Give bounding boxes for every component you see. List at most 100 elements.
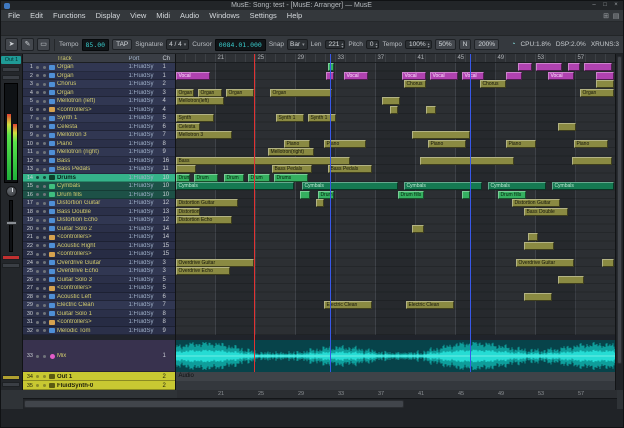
midi-part[interactable]: Vocal xyxy=(462,72,484,80)
midi-part[interactable]: Vocal xyxy=(548,72,574,80)
midi-part[interactable]: Bass Double xyxy=(524,208,568,216)
audio-track-row[interactable]: 34Out 12 xyxy=(23,372,176,381)
record-arm-button[interactable] xyxy=(34,384,41,387)
midi-part[interactable]: Drum xyxy=(176,174,190,182)
record-arm-button[interactable] xyxy=(34,193,41,196)
mute-button[interactable] xyxy=(2,263,20,268)
midi-part[interactable] xyxy=(568,63,580,71)
track-row[interactable]: 7Synth 11:FluidSy5 xyxy=(23,114,176,123)
track-port[interactable]: 1:FluidSy xyxy=(128,141,162,147)
track-channel[interactable]: 9 xyxy=(162,328,175,334)
midi-part[interactable]: Piano xyxy=(284,140,310,148)
midi-part[interactable]: Synth 1 xyxy=(276,114,304,122)
track-channel[interactable]: 6 xyxy=(162,294,175,300)
midi-part[interactable] xyxy=(328,63,334,71)
track-row[interactable]: 19Distortion Echo1:FluidSy12 xyxy=(23,216,176,225)
record-arm-button[interactable] xyxy=(34,210,41,213)
mute-button[interactable] xyxy=(41,91,48,94)
track-port[interactable]: 1:FluidSy xyxy=(128,209,162,215)
midi-part[interactable] xyxy=(420,157,514,165)
tempo-value[interactable]: 85.00 xyxy=(82,39,110,51)
mute-button[interactable] xyxy=(41,295,48,298)
mute-button[interactable] xyxy=(41,117,48,120)
record-arm-button[interactable] xyxy=(34,219,41,222)
track-name[interactable]: Organ xyxy=(57,64,129,70)
track-channel[interactable]: 15 xyxy=(162,251,175,257)
track-port[interactable]: 1:FluidSy xyxy=(128,166,162,172)
midi-part[interactable]: Vocal xyxy=(176,72,210,80)
track-channel[interactable]: 7 xyxy=(162,302,175,308)
midi-part[interactable]: Vocal xyxy=(402,72,426,80)
track-channel[interactable]: 8 xyxy=(162,141,175,147)
eraser-tool-button[interactable]: ▭ xyxy=(37,38,50,51)
len-spinbox[interactable]: 221▴▾ xyxy=(325,40,346,49)
mute-button[interactable] xyxy=(41,355,48,358)
track-row[interactable]: 31<controllers>1:FluidSy8 xyxy=(23,318,176,327)
track-port[interactable]: 1:FluidSy xyxy=(128,251,162,257)
loop-end-marker[interactable] xyxy=(470,54,471,372)
midi-part[interactable]: Cymbals xyxy=(488,182,546,190)
record-arm-button[interactable] xyxy=(34,176,41,179)
midi-part[interactable] xyxy=(382,97,400,105)
track-port[interactable]: 1:FluidSy xyxy=(128,226,162,232)
record-arm-button[interactable] xyxy=(34,125,41,128)
track-name[interactable]: Cymbals xyxy=(57,183,129,189)
midi-part[interactable]: Organ xyxy=(226,89,254,97)
track-name[interactable]: Acoustic Left xyxy=(57,294,129,300)
track-name[interactable]: Piano xyxy=(57,141,129,147)
track-name[interactable]: Mellotron (right) xyxy=(57,149,129,155)
solo-button[interactable] xyxy=(2,375,20,380)
track-channel[interactable]: 4 xyxy=(162,98,175,104)
midi-part[interactable] xyxy=(524,293,552,301)
track-row[interactable]: 4Organ1:FluidSy3 xyxy=(23,89,176,98)
mute-button[interactable] xyxy=(41,83,48,86)
track-name[interactable]: Organ xyxy=(57,73,129,79)
midi-part[interactable]: Bass xyxy=(176,157,350,165)
menu-item-help[interactable]: Help xyxy=(282,10,307,22)
track-port[interactable]: 1:FluidSy xyxy=(128,302,162,308)
track-name[interactable]: Overdrive Guitar xyxy=(57,260,129,266)
volume-fader[interactable] xyxy=(9,200,13,252)
track-channel[interactable]: 12 xyxy=(162,200,175,206)
midi-part[interactable] xyxy=(390,106,398,114)
midi-part[interactable]: Distortion Echo xyxy=(176,216,232,224)
midi-part[interactable]: Mellotron 3 xyxy=(176,131,232,139)
mute-button[interactable] xyxy=(41,108,48,111)
record-arm-button[interactable] xyxy=(34,159,41,162)
mute-button[interactable] xyxy=(41,253,48,256)
mute-button[interactable] xyxy=(41,74,48,77)
track-channel[interactable]: 2 xyxy=(162,383,175,389)
track-row[interactable]: 18Bass Double1:FluidSy13 xyxy=(23,208,176,217)
midi-part[interactable]: Chorus xyxy=(404,80,426,88)
track-name[interactable]: Drum fills xyxy=(57,192,129,198)
track-row[interactable]: 9Mellotron 31:FluidSy7 xyxy=(23,131,176,140)
track-channel[interactable]: 2 xyxy=(162,81,175,87)
record-arm-button[interactable] xyxy=(34,134,41,137)
track-name[interactable]: Guitar Solo 2 xyxy=(57,226,129,232)
track-row[interactable]: 1Organ1:FluidSy1 xyxy=(23,63,176,72)
midi-part[interactable]: Bass Pedals xyxy=(328,165,372,173)
midi-part[interactable]: Vocal xyxy=(344,72,368,80)
track-name[interactable]: Organ xyxy=(57,90,129,96)
track-name[interactable]: Electric Clean xyxy=(57,302,129,308)
midi-part[interactable] xyxy=(176,165,196,173)
track-port[interactable]: 1:FluidSy xyxy=(128,243,162,249)
track-row[interactable]: 17Distortion Guitar1:FluidSy12 xyxy=(23,199,176,208)
mute-button[interactable] xyxy=(41,244,48,247)
track-port[interactable]: 1:FluidSy xyxy=(128,175,162,181)
mute-button[interactable] xyxy=(41,261,48,264)
record-arm-button[interactable] xyxy=(34,202,41,205)
midi-part[interactable]: Drums xyxy=(274,174,308,182)
record-arm-button[interactable] xyxy=(34,142,41,145)
midi-part[interactable]: Overdrive Echo xyxy=(176,267,230,275)
menu-item-view[interactable]: View xyxy=(125,10,151,22)
track-channel[interactable]: 7 xyxy=(162,132,175,138)
track-name[interactable]: <controllers> xyxy=(57,319,129,325)
tap-button[interactable]: TAP xyxy=(112,39,132,50)
menu-item-windows[interactable]: Windows xyxy=(204,10,244,22)
track-channel[interactable]: 8 xyxy=(162,311,175,317)
midi-part[interactable] xyxy=(596,80,614,88)
track-channel[interactable]: 11 xyxy=(162,166,175,172)
midi-part[interactable]: Cymbals xyxy=(552,182,614,190)
track-row[interactable]: 20Guitar Solo 21:FluidSy14 xyxy=(23,225,176,234)
